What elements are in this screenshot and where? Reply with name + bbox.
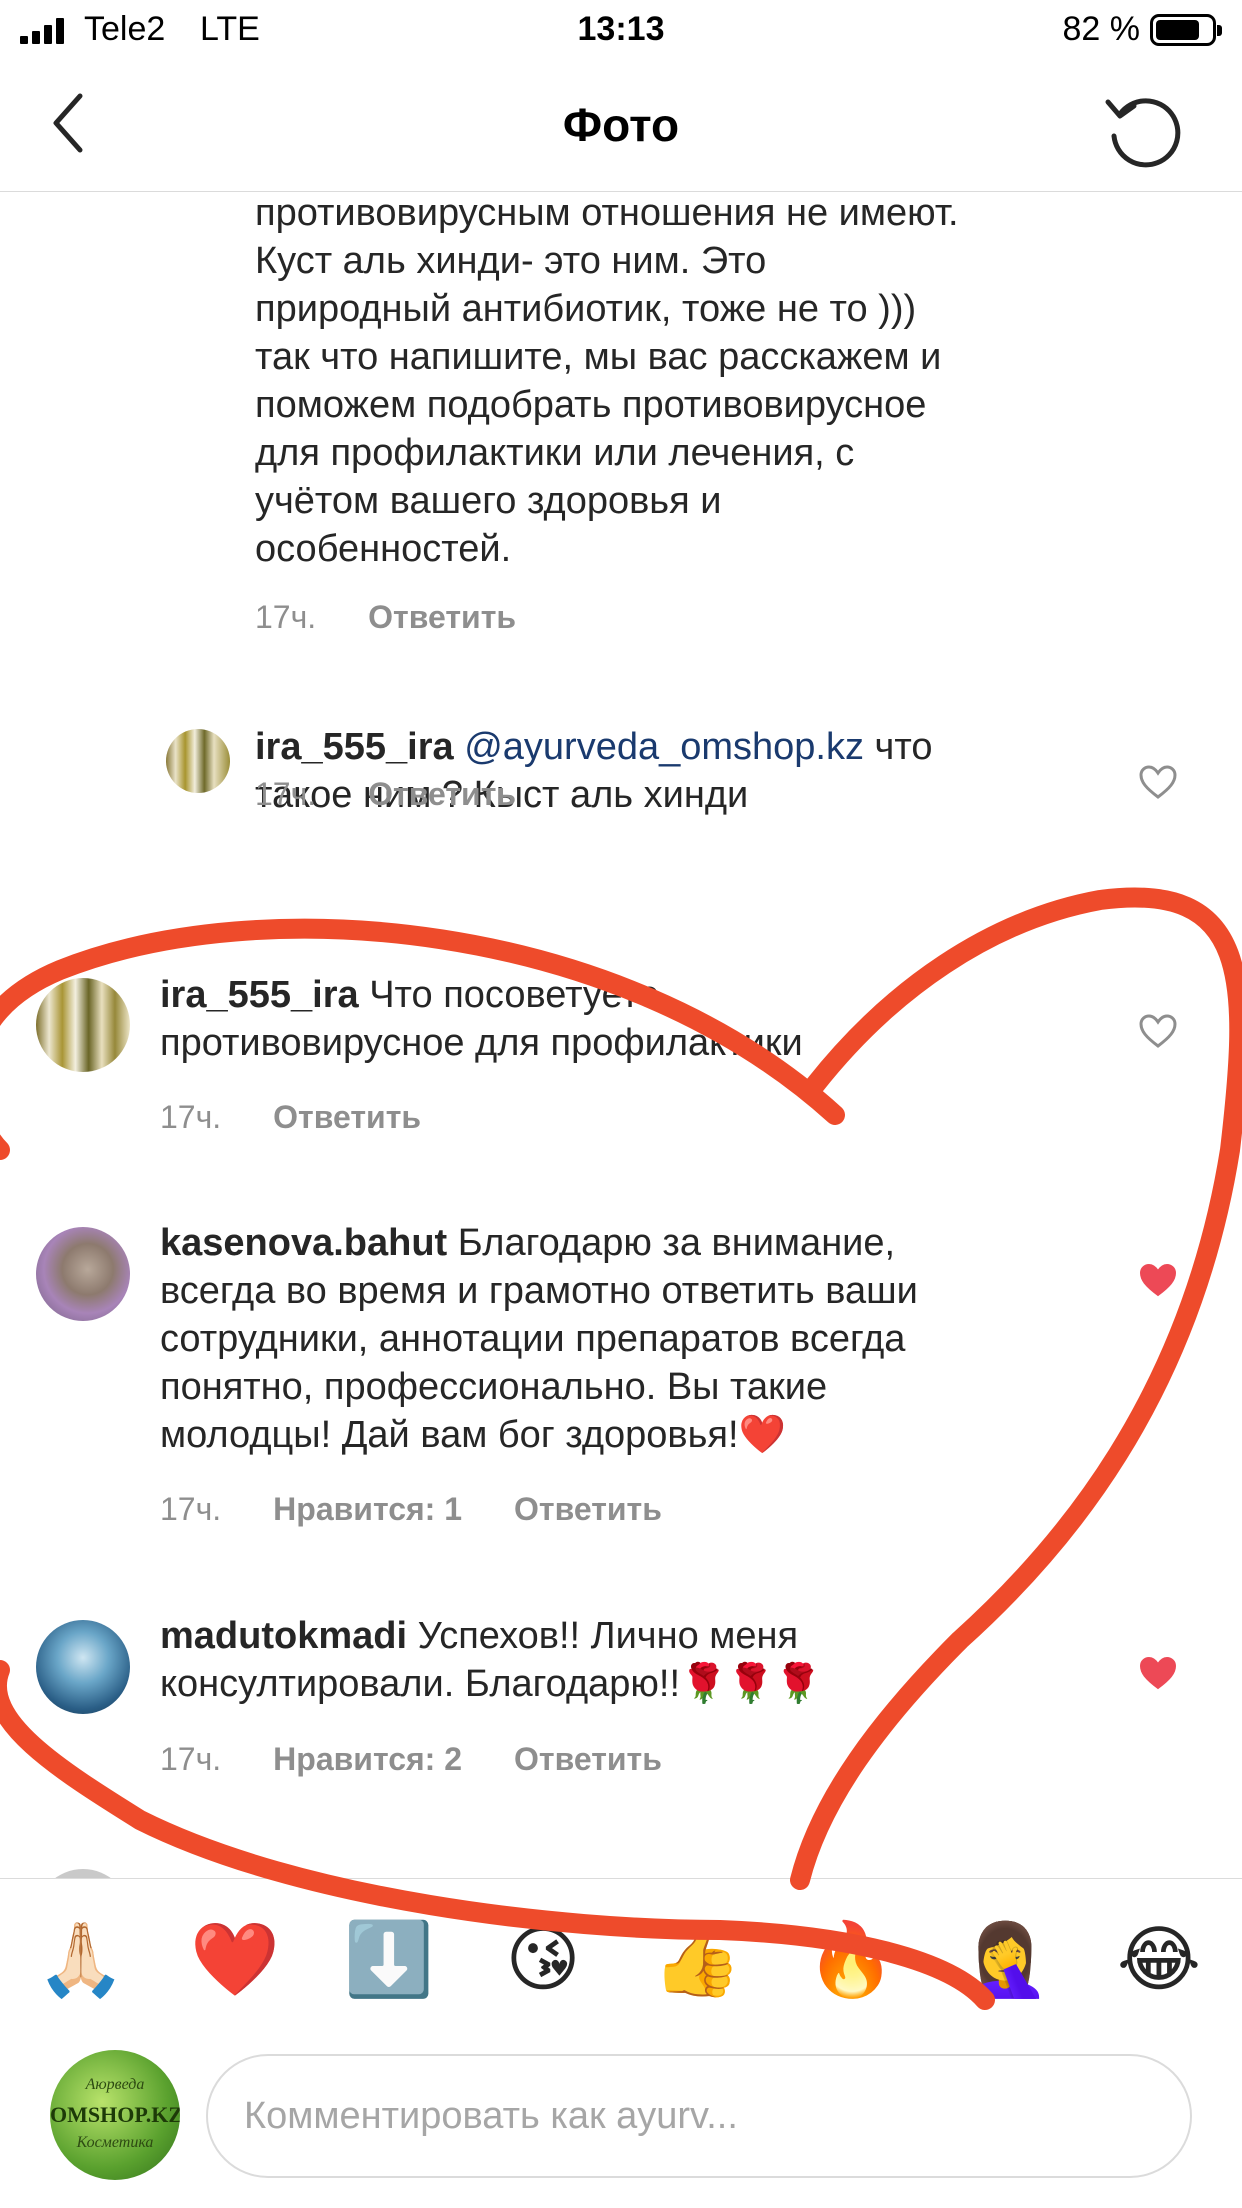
comment-text-part: Успехов!! Лично меня bbox=[407, 1615, 799, 1657]
comment-username[interactable]: madutokmadi bbox=[160, 1615, 407, 1657]
emoji-button[interactable]: 🔥 bbox=[801, 1919, 901, 1999]
like-heart-icon[interactable] bbox=[1138, 1013, 1178, 1049]
likes-count[interactable]: Нравится: 2 bbox=[273, 1741, 462, 1778]
refresh-button[interactable] bbox=[1098, 84, 1188, 174]
mention-link[interactable]: @ayurveda_omshop.kz bbox=[464, 726, 864, 768]
comment-text-part: всегда во время и грамотно ответить ваши bbox=[160, 1270, 918, 1312]
likes-count[interactable]: Нравится: 1 bbox=[273, 1491, 462, 1528]
reply-button[interactable]: Ответить bbox=[368, 776, 516, 813]
reply-line: природный антибиотик, тоже не то ))) bbox=[255, 288, 917, 330]
reply-button[interactable]: Ответить bbox=[514, 1491, 662, 1528]
reply-button[interactable]: Ответить bbox=[514, 1741, 662, 1778]
reply-line: учётом вашего здоровья и bbox=[255, 480, 722, 522]
comment-text-part: противовирусное для профилактики bbox=[160, 1022, 803, 1064]
comment-meta: 17ч. Ответить bbox=[160, 1099, 421, 1136]
comment-time: 17ч. bbox=[160, 1099, 222, 1135]
avatar[interactable] bbox=[36, 1620, 130, 1714]
comment-text-part: консултировали. Благодарю!!🌹🌹🌹 bbox=[160, 1663, 822, 1705]
liked-heart-icon[interactable] bbox=[1138, 1655, 1178, 1691]
comment-text: kasenova.bahut Благодарю за внимание, вс… bbox=[160, 1219, 918, 1459]
reply-line: Куст аль хинди- это ним. Это bbox=[255, 240, 767, 282]
comment-meta: 17ч. Ответить bbox=[255, 599, 516, 636]
reply-line: противовирусным отношения не имеют. bbox=[255, 193, 959, 234]
status-bar: Tele2 LTE 13:13 82 % bbox=[0, 0, 1242, 60]
refresh-icon bbox=[1105, 98, 1181, 168]
like-heart-icon[interactable] bbox=[1138, 764, 1178, 800]
comment-text-part: Что посоветуете bbox=[358, 974, 660, 1016]
comment-meta: 17ч. Нравится: 1 Ответить bbox=[160, 1491, 662, 1528]
avatar[interactable] bbox=[36, 978, 130, 1072]
reply-button[interactable]: Ответить bbox=[273, 1099, 421, 1136]
comment-username[interactable]: ira_555_ira bbox=[160, 974, 359, 1016]
reply-line: поможем подобрать противовирусное bbox=[255, 384, 927, 426]
comment-meta: 17ч. Нравится: 2 Ответить bbox=[160, 1741, 662, 1778]
avatar-logo-text: Аюрведа bbox=[85, 2076, 145, 2093]
emoji-button[interactable]: ⬇️ bbox=[339, 1919, 439, 1999]
comment-text: ira_555_ira Что посоветуете противовирус… bbox=[160, 971, 803, 1067]
emoji-button[interactable]: 😘 bbox=[493, 1919, 593, 1999]
emoji-button[interactable]: 👍 bbox=[647, 1919, 747, 1999]
battery-percent: 82 % bbox=[1062, 10, 1141, 48]
comment-text: madutokmadi Успехов!! Лично меня консулт… bbox=[160, 1612, 822, 1708]
comments-list[interactable]: противовирусным отношения не имеют. Куст… bbox=[0, 193, 1242, 1878]
liked-heart-icon[interactable] bbox=[1138, 1262, 1178, 1298]
avatar-logo-text: OMSHOP.KZ bbox=[50, 2102, 180, 2127]
comment-meta: 17ч. Ответить bbox=[255, 776, 516, 813]
emoji-quick-bar: 🙏🏻 ❤️ ⬇️ 😘 👍 🔥 🤦‍♀️ 😂 bbox=[0, 1878, 1242, 2038]
reply-line: так что напишите, мы вас расскажем и bbox=[255, 336, 942, 378]
comment-text-part: Благодарю за внимание, bbox=[447, 1222, 896, 1264]
reply-line: особенностей. bbox=[255, 528, 512, 570]
comment-time: 17ч. bbox=[160, 1491, 222, 1527]
comment-text-part: понятно, профессионально. Вы такие bbox=[160, 1366, 828, 1408]
my-avatar: Аюрведа OMSHOP.KZ Косметика bbox=[50, 2050, 180, 2180]
battery-icon bbox=[1150, 14, 1222, 46]
comment-input[interactable] bbox=[206, 2054, 1192, 2178]
reply-button[interactable]: Ответить bbox=[368, 599, 516, 636]
comment-time: 17ч. bbox=[255, 776, 317, 812]
clock: 13:13 bbox=[577, 10, 665, 48]
reply-line: для профилактики или лечения, с bbox=[255, 432, 855, 474]
comment-text-part: что bbox=[863, 726, 933, 768]
page-title: Фото bbox=[562, 99, 680, 151]
avatar[interactable] bbox=[36, 1869, 130, 1878]
comment-time: 17ч. bbox=[160, 1741, 222, 1777]
emoji-button[interactable]: 🙏🏻 bbox=[31, 1919, 131, 1999]
emoji-button[interactable]: ❤️ bbox=[185, 1919, 285, 1999]
avatar[interactable] bbox=[36, 1227, 130, 1321]
reply-body: противовирусным отношения не имеют. Куст… bbox=[255, 193, 959, 573]
comment-username[interactable]: kasenova.bahut bbox=[160, 1222, 447, 1264]
avatar-logo-text: Косметика bbox=[76, 2134, 154, 2151]
emoji-button[interactable]: 😂 bbox=[1109, 1919, 1209, 1999]
comment-text-part: молодцы! Дай вам бог здоровья!❤️ bbox=[160, 1414, 786, 1456]
comment-text-part: сотрудники, аннотации препаратов всегда bbox=[160, 1318, 906, 1360]
emoji-button[interactable]: 🤦‍♀️ bbox=[955, 1919, 1055, 1999]
comment-composer: Аюрведа OMSHOP.KZ Косметика bbox=[0, 2040, 1242, 2208]
avatar[interactable] bbox=[166, 729, 230, 793]
comment-username[interactable]: ira_555_ira bbox=[255, 726, 454, 768]
nav-bar: Фото bbox=[0, 60, 1242, 192]
comment-time: 17ч. bbox=[255, 599, 317, 635]
